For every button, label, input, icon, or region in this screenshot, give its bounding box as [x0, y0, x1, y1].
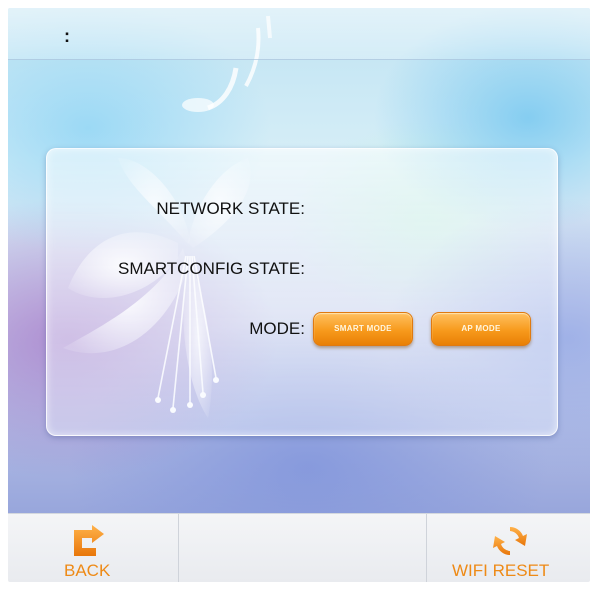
return-arrow-icon [74, 525, 104, 556]
wifi-reset-label: WIFI RESET [452, 561, 550, 580]
status-bar: : [8, 8, 590, 60]
status-text: : [64, 26, 70, 46]
smartconfig-state-label: SMARTCONFIG STATE: [117, 259, 305, 278]
mode-label: MODE: [249, 319, 305, 338]
wifi-config-panel: NETWORK STATE: SMARTCONFIG STATE: MODE: … [46, 148, 558, 436]
device-screen: : NETWORK STATE: SMARTCONFIG STATE: MODE… [8, 8, 590, 582]
smart-mode-button[interactable]: SMART MODE [313, 312, 413, 346]
network-state-label: NETWORK STATE: [156, 199, 305, 218]
bottom-nav-bar: BACK WIFI RESET [8, 513, 590, 582]
wifi-reset-button[interactable]: WIFI RESET [444, 518, 584, 580]
back-button[interactable]: BACK [48, 518, 138, 580]
refresh-icon [493, 527, 527, 555]
nav-divider [426, 514, 427, 582]
ap-mode-button[interactable]: AP MODE [431, 312, 531, 346]
nav-divider [178, 514, 179, 582]
back-label: BACK [64, 561, 111, 580]
